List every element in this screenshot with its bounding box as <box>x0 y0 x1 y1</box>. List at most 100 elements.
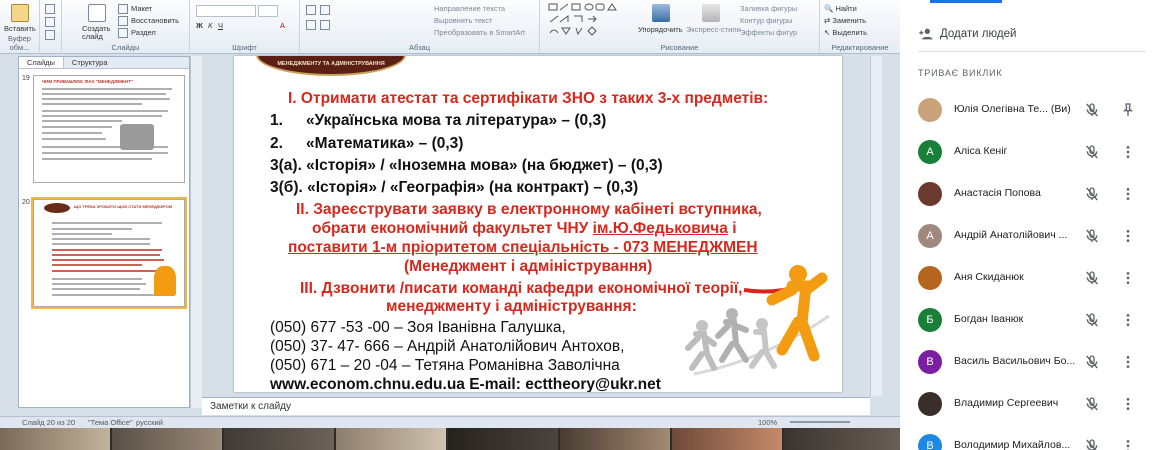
arrange-icon[interactable] <box>652 4 670 22</box>
participant-row[interactable]: В Володимир Михайлов... <box>918 431 1158 450</box>
font-color-icon[interactable]: A <box>280 21 285 30</box>
shapes-gallery-icon[interactable] <box>548 3 632 39</box>
italic-icon[interactable]: К <box>208 21 212 30</box>
tab-slides[interactable]: Слайды <box>19 57 64 68</box>
new-slide-icon[interactable] <box>88 4 106 22</box>
people-tab-indicator[interactable] <box>930 0 1002 3</box>
participant-row[interactable]: В Василь Васильович Бо... <box>918 347 1158 377</box>
shape-outline-button[interactable]: Контур фигуры <box>740 16 792 25</box>
participant-name: Василь Васильович Бо... <box>954 355 1076 367</box>
participant-row[interactable]: Владимир Сергеевич <box>918 389 1158 419</box>
quick-styles-icon[interactable] <box>702 4 720 22</box>
divider <box>918 51 1146 52</box>
video-tile[interactable] <box>336 428 446 450</box>
copy-icon[interactable] <box>45 17 55 27</box>
slides-panel-scrollbar[interactable] <box>190 56 202 408</box>
reset-button[interactable]: Восстановить <box>131 16 179 25</box>
replace-button[interactable]: ⇄ Заменить <box>824 16 866 25</box>
more-options-icon[interactable] <box>1120 186 1136 202</box>
more-options-icon[interactable] <box>1120 438 1136 450</box>
pin-icon[interactable] <box>1120 102 1136 118</box>
more-options-icon[interactable] <box>1120 354 1136 370</box>
mic-off-icon[interactable] <box>1084 186 1100 202</box>
more-options-icon[interactable] <box>1120 228 1136 244</box>
add-people-button[interactable]: Додати людей <box>918 24 1016 44</box>
participant-row[interactable]: А Аліса Кеніг <box>918 137 1158 167</box>
layout-button[interactable]: Макет <box>131 4 152 13</box>
participant-row[interactable]: Анастасія Попова <box>918 179 1158 209</box>
thumb2-figure <box>154 266 176 296</box>
mic-off-icon[interactable] <box>1084 354 1100 370</box>
cut-icon[interactable] <box>45 4 55 14</box>
add-person-icon <box>919 28 933 40</box>
more-options-icon[interactable] <box>1120 312 1136 328</box>
align-text-button[interactable]: Выровнять текст <box>434 16 492 25</box>
underline-icon[interactable]: Ч <box>218 21 223 30</box>
video-tile[interactable] <box>448 428 558 450</box>
zoom-slider[interactable] <box>790 421 850 423</box>
layout-icon[interactable] <box>118 4 128 14</box>
status-language[interactable]: русский <box>136 418 163 427</box>
font-group: Ж К Ч A Шрифт <box>190 0 300 54</box>
more-options-icon[interactable] <box>1120 396 1136 412</box>
quick-styles-button[interactable]: Экспресс-стили <box>686 25 741 34</box>
bullets-icon[interactable] <box>306 5 316 15</box>
align-left-icon[interactable] <box>306 20 316 30</box>
participant-row[interactable]: А Андрій Анатолійович ... <box>918 221 1158 251</box>
slides-group-label: Слайды <box>111 43 140 52</box>
mic-off-icon[interactable] <box>1084 102 1100 118</box>
shape-effects-button[interactable]: Эффекты фигур <box>740 28 797 37</box>
align-center-icon[interactable] <box>320 20 330 30</box>
add-people-label: Додати людей <box>940 28 1017 40</box>
participant-row[interactable]: Аня Скиданюк <box>918 263 1158 293</box>
paste-button[interactable]: Вставить <box>4 24 36 33</box>
video-tile[interactable] <box>0 428 110 450</box>
reset-icon[interactable] <box>118 16 128 26</box>
participant-name: Володимир Михайлов... <box>954 439 1071 450</box>
numbering-icon[interactable] <box>320 5 330 15</box>
clipboard-small <box>40 0 62 54</box>
video-tile[interactable] <box>112 428 222 450</box>
format-painter-icon[interactable] <box>45 30 55 40</box>
video-tile[interactable] <box>560 428 670 450</box>
ribbon: Вставить Буфер обм... Создать слайд Маке… <box>0 0 900 54</box>
font-name-field[interactable] <box>196 5 256 17</box>
mic-off-icon[interactable] <box>1084 438 1100 450</box>
slide-thumbnail-20[interactable]: ЩО ТРЕБА ЗРОБИТИ ЩОБ СТАТИ МЕНЕДЖЕРОМ <box>31 197 187 309</box>
slide-thumbnail-19[interactable]: ЧИМ ПРИВАБЛЮЄ ФАХ "МЕНЕДЖМЕНТ" <box>33 75 185 183</box>
section-button[interactable]: Раздел <box>131 28 156 37</box>
convert-smartart-button[interactable]: Преобразовать в SmartArt <box>434 28 525 37</box>
paste-icon[interactable] <box>11 4 29 22</box>
participant-row[interactable]: Б Богдан Іванюк <box>918 305 1158 335</box>
arrange-button[interactable]: Упорядочить <box>638 25 683 34</box>
status-theme[interactable]: "Тема Office" <box>88 418 133 427</box>
new-slide-button[interactable]: Создать слайд <box>82 25 116 41</box>
mic-off-icon[interactable] <box>1084 144 1100 160</box>
text-direction-button[interactable]: Направление текста <box>434 4 505 13</box>
status-zoom[interactable]: 100% <box>758 418 777 427</box>
mic-off-icon[interactable] <box>1084 396 1100 412</box>
find-button[interactable]: 🔍 Найти <box>824 4 857 13</box>
status-bar: Слайд 20 из 20 "Тема Office" русский 100… <box>0 416 900 428</box>
slides-panel-tabs: Слайды Структура <box>19 57 189 69</box>
select-button[interactable]: ↖ Выделить <box>824 28 867 37</box>
video-tile[interactable] <box>784 428 900 450</box>
slide-canvas[interactable]: МЕНЕДЖМЕНТУ ТА АДМІНІСТРУВАННЯ I. Отрима… <box>234 56 842 392</box>
notes-pane[interactable]: Заметки к слайду <box>202 397 870 415</box>
video-tile[interactable] <box>672 428 782 450</box>
bold-icon[interactable]: Ж <box>196 21 203 30</box>
participant-row[interactable]: Юлія Олегівна Те... (Ви) <box>918 95 1158 125</box>
more-options-icon[interactable] <box>1120 144 1136 160</box>
mic-off-icon[interactable] <box>1084 228 1100 244</box>
font-size-field[interactable] <box>258 5 278 17</box>
mic-off-icon[interactable] <box>1084 270 1100 286</box>
video-tile[interactable] <box>224 428 334 450</box>
more-options-icon[interactable] <box>1120 270 1136 286</box>
slide-heading-2: II. Зареєструвати заявку в електронному … <box>296 201 762 218</box>
section-icon[interactable] <box>118 28 128 38</box>
tab-outline[interactable]: Структура <box>64 57 116 68</box>
call-section-heading: ТРИВАЄ ВИКЛИК <box>918 68 1003 78</box>
shape-fill-button[interactable]: Заливка фигуры <box>740 4 797 13</box>
mic-off-icon[interactable] <box>1084 312 1100 328</box>
slide-scrollbar[interactable] <box>870 56 882 396</box>
